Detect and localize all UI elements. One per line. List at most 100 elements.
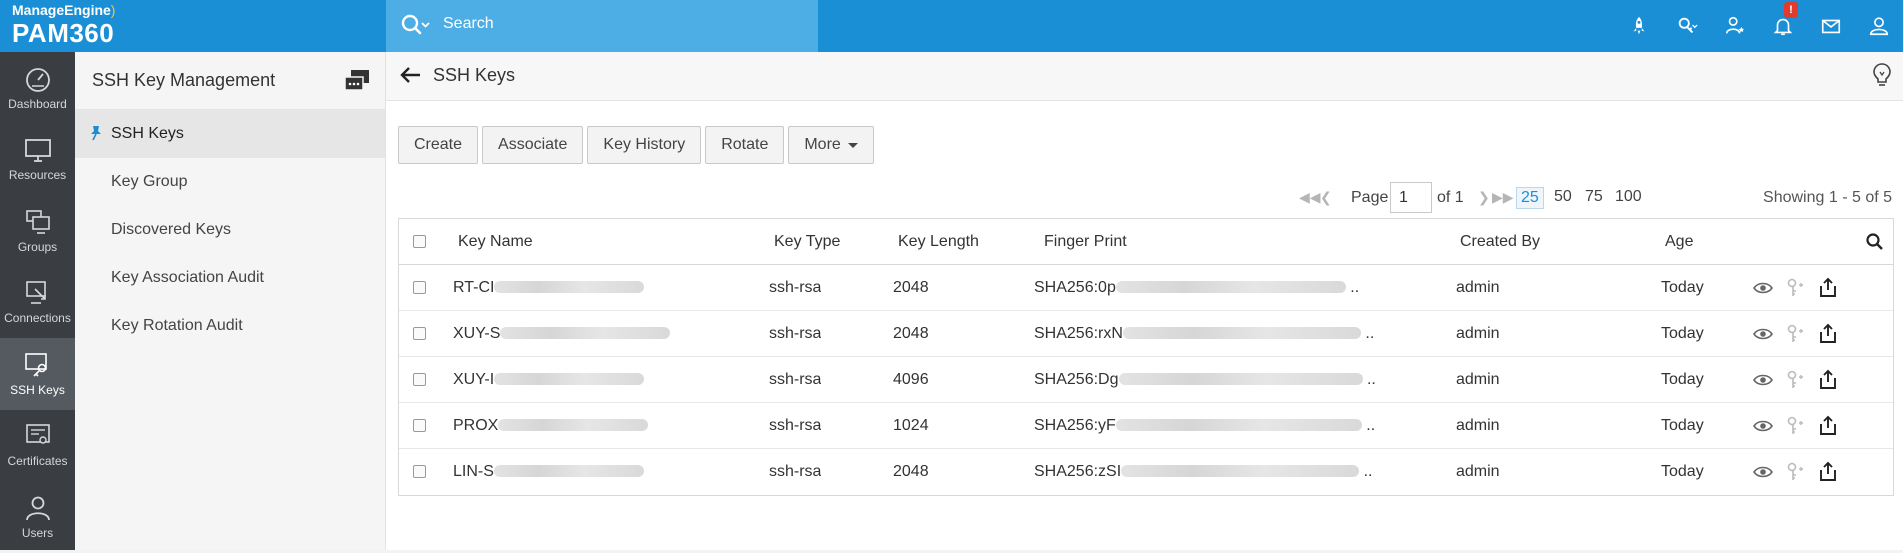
user-profile-button[interactable] <box>1855 0 1903 52</box>
row-checkbox[interactable] <box>413 465 426 478</box>
dashboard-icon <box>25 67 50 92</box>
key-associate-icon[interactable] <box>1784 323 1806 345</box>
nav-label: Groups <box>17 239 58 254</box>
page-size-75[interactable]: 75 <box>1581 187 1607 207</box>
finger-print: SHA256:0p <box>1034 279 1116 296</box>
ssh-keys-table: Key Name Key Type Key Length Finger Prin… <box>398 218 1894 496</box>
module-sidebar: SSH Key Management SSH Keys Key Group Di… <box>75 52 386 550</box>
key-name: LIN-S <box>453 463 494 480</box>
export-icon[interactable] <box>1817 369 1839 391</box>
page-label: Page <box>1351 189 1389 206</box>
ssh-console-icon[interactable] <box>343 68 373 94</box>
finger-print-cell: SHA256:zSI .. <box>1034 449 1454 495</box>
lightbulb-icon[interactable] <box>1871 62 1893 88</box>
last-page-icon[interactable]: ▶▶ <box>1492 189 1514 206</box>
page-size-25[interactable]: 25 <box>1516 187 1544 209</box>
finger-print: SHA256:yF <box>1034 417 1116 434</box>
redacted-text <box>1115 280 1346 293</box>
next-page-icon[interactable]: ❯ <box>1478 189 1490 206</box>
key-history-button[interactable]: Key History <box>587 126 702 164</box>
export-icon[interactable] <box>1817 415 1839 437</box>
redacted-text <box>494 280 645 293</box>
mail-button[interactable] <box>1807 0 1855 52</box>
global-search[interactable]: Search <box>386 0 818 52</box>
sidebar-item-key-association-audit[interactable]: Key Association Audit <box>75 254 385 302</box>
view-eye-icon[interactable] <box>1752 323 1774 345</box>
key-length-cell: 1024 <box>893 417 929 434</box>
rotate-button[interactable]: Rotate <box>705 126 785 164</box>
view-eye-icon[interactable] <box>1752 415 1774 437</box>
monitor-icon <box>24 139 51 163</box>
row-checkbox[interactable] <box>413 373 426 386</box>
page-number-input[interactable]: 1 <box>1390 182 1432 213</box>
top-icon-bar: ! <box>1615 0 1903 52</box>
prev-page-icon[interactable]: ❮ <box>1320 189 1332 206</box>
age-cell: Today <box>1661 325 1704 342</box>
col-created-by[interactable]: Created By <box>1460 219 1540 265</box>
col-key-name[interactable]: Key Name <box>458 219 533 265</box>
nav-users[interactable]: Users <box>0 481 75 553</box>
table-row[interactable]: XUY-I ssh-rsa 4096 SHA256:Dg .. admin Today <box>399 357 1893 403</box>
row-checkbox[interactable] <box>413 327 426 340</box>
key-associate-icon[interactable] <box>1784 461 1806 483</box>
nav-certificates[interactable]: Certificates <box>0 410 75 482</box>
key-name-cell: PROX <box>453 403 649 449</box>
sidebar-item-key-rotation-audit[interactable]: Key Rotation Audit <box>75 302 385 350</box>
nav-connections[interactable]: Connections <box>0 267 75 339</box>
page-size-50[interactable]: 50 <box>1550 187 1576 207</box>
more-button[interactable]: More <box>788 126 874 164</box>
back-arrow-icon[interactable] <box>400 64 422 86</box>
key-name: RT-CI <box>453 279 495 296</box>
sidebar-item-key-group[interactable]: Key Group <box>75 158 385 206</box>
row-checkbox[interactable] <box>413 419 426 432</box>
export-icon[interactable] <box>1817 461 1839 483</box>
col-age[interactable]: Age <box>1665 219 1693 265</box>
export-icon[interactable] <box>1817 277 1839 299</box>
col-key-length[interactable]: Key Length <box>898 219 979 265</box>
created-by-cell: admin <box>1456 417 1500 434</box>
sidebar-item-ssh-keys[interactable]: SSH Keys <box>75 110 385 158</box>
search-placeholder: Search <box>443 15 494 32</box>
select-all-checkbox[interactable] <box>413 235 426 248</box>
table-row[interactable]: LIN-S ssh-rsa 2048 SHA256:zSI .. admin Today <box>399 449 1893 495</box>
nav-ssh-keys[interactable]: SSH Keys <box>0 338 75 410</box>
view-eye-icon[interactable] <box>1752 369 1774 391</box>
nav-dashboard[interactable]: Dashboard <box>0 52 75 124</box>
key-dropdown-icon <box>1678 17 1698 34</box>
rocket-button[interactable] <box>1615 0 1663 52</box>
key-dropdown-button[interactable] <box>1663 0 1711 52</box>
notifications-button[interactable]: ! <box>1759 0 1807 52</box>
page-header: SSH Keys <box>386 52 1903 101</box>
create-button[interactable]: Create <box>398 126 479 164</box>
nav-groups[interactable]: Groups <box>0 195 75 267</box>
view-eye-icon[interactable] <box>1752 461 1774 483</box>
key-associate-icon[interactable] <box>1784 277 1806 299</box>
nav-resources[interactable]: Resources <box>0 124 75 196</box>
pin-icon <box>91 126 101 141</box>
key-associate-icon[interactable] <box>1784 369 1806 391</box>
key-associate-icon[interactable] <box>1784 415 1806 437</box>
sidebar-item-label: Key Rotation Audit <box>111 317 243 334</box>
table-row[interactable]: XUY-S ssh-rsa 2048 SHA256:rxN .. admin Today <box>399 311 1893 357</box>
search-icon[interactable] <box>1865 232 1885 252</box>
export-icon[interactable] <box>1817 323 1839 345</box>
associate-button[interactable]: Associate <box>482 126 584 164</box>
table-row[interactable]: RT-CI ssh-rsa 2048 SHA256:0p .. admin Today <box>399 265 1893 311</box>
first-page-icon[interactable]: ◀◀ <box>1299 189 1321 206</box>
record-count: Showing 1 - 5 of 5 <box>1763 189 1892 206</box>
page-size-100[interactable]: 100 <box>1611 187 1646 207</box>
row-checkbox[interactable] <box>413 281 426 294</box>
key-name: XUY-I <box>453 371 495 388</box>
col-key-type[interactable]: Key Type <box>774 219 840 265</box>
key-name-cell: XUY-S <box>453 311 671 357</box>
ellipsis: .. <box>1359 463 1373 480</box>
search-icon <box>401 14 430 35</box>
sidebar-item-discovered-keys[interactable]: Discovered Keys <box>75 206 385 254</box>
table-row[interactable]: PROX ssh-rsa 1024 SHA256:yF .. admin Today <box>399 403 1893 449</box>
left-nav: Dashboard Resources Groups Connections S… <box>0 52 75 550</box>
view-eye-icon[interactable] <box>1752 277 1774 299</box>
col-finger-print[interactable]: Finger Print <box>1044 219 1127 265</box>
redacted-text <box>1122 326 1361 339</box>
user-star-button[interactable] <box>1711 0 1759 52</box>
brand-logo[interactable]: ManageEngine) PAM360 <box>0 0 386 52</box>
